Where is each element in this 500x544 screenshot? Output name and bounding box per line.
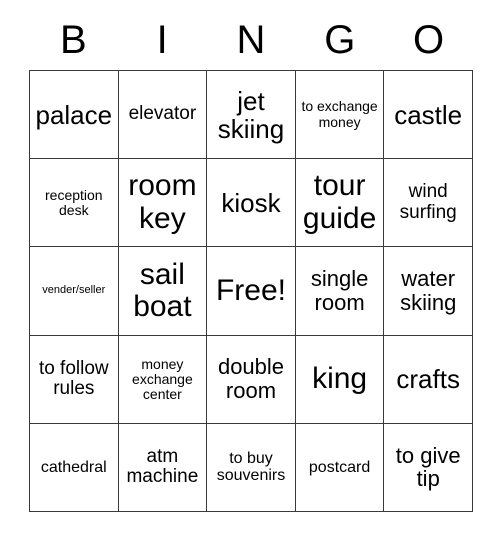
bingo-cell-label: palace: [35, 99, 113, 130]
bingo-cell-label: wind surfing: [399, 181, 457, 223]
bingo-cell-label: reception desk: [45, 186, 103, 218]
bingo-cell[interactable]: elevator: [118, 71, 208, 160]
bingo-header-letter-o: O: [413, 18, 445, 62]
bingo-cell-label: money exchange center: [132, 355, 193, 402]
bingo-header-letter-g: G: [324, 18, 356, 62]
bingo-header-letter-i: I: [156, 18, 168, 62]
bingo-cell[interactable]: jet skiing: [207, 71, 296, 160]
bingo-cell[interactable]: to give tip: [384, 423, 473, 512]
bingo-cell-label: king: [312, 362, 368, 395]
bingo-cell-label: to give tip: [395, 442, 461, 492]
bingo-cell[interactable]: palace: [30, 71, 119, 160]
bingo-cell[interactable]: single room: [295, 247, 385, 336]
bingo-cell-label: to exchange money: [301, 98, 378, 130]
bingo-cell-label: sail boat: [133, 257, 192, 323]
bingo-cell[interactable]: wind surfing: [384, 159, 473, 248]
bingo-header: BINGO: [29, 12, 473, 68]
bingo-cell-label: water skiing: [400, 266, 457, 315]
bingo-cell-label: castle: [394, 99, 463, 130]
bingo-cell[interactable]: kiosk: [207, 159, 296, 248]
bingo-cell[interactable]: tour guide: [295, 159, 385, 248]
bingo-cell[interactable]: postcard: [295, 423, 385, 512]
bingo-cell[interactable]: reception desk: [30, 159, 119, 248]
bingo-cell-label: postcard: [308, 458, 371, 476]
bingo-cell-label: to follow rules: [38, 357, 109, 400]
bingo-cell-label: elevator: [128, 103, 197, 125]
bingo-cell[interactable]: crafts: [384, 335, 473, 424]
bingo-cell[interactable]: castle: [384, 71, 473, 160]
bingo-cell-label: tour guide: [302, 169, 377, 235]
bingo-cell[interactable]: vender/seller: [30, 247, 119, 336]
bingo-cell[interactable]: water skiing: [384, 247, 473, 336]
bingo-cell[interactable]: room key: [118, 159, 208, 248]
bingo-header-letter-b: B: [60, 18, 87, 62]
bingo-cell-label: atm machine: [126, 445, 199, 488]
bingo-cell-label: vender/seller: [42, 284, 106, 297]
bingo-cell-label: cathedral: [40, 458, 107, 476]
bingo-cell-label: crafts: [396, 364, 460, 395]
bingo-grid: palace elevator jet skiing to exchange mone…: [29, 70, 473, 512]
bingo-cell-label: to buy souvenirs: [216, 450, 286, 485]
bingo-cell[interactable]: sail boat: [118, 247, 208, 336]
bingo-cell-label: double room: [217, 354, 285, 404]
bingo-cell[interactable]: to buy souvenirs: [207, 423, 296, 512]
bingo-cell-label: kiosk: [221, 187, 281, 218]
bingo-cell[interactable]: money exchange center: [118, 335, 208, 424]
bingo-cell-label: Free!: [215, 273, 286, 307]
bingo-header-letter-n: N: [236, 18, 266, 62]
bingo-cell[interactable]: cathedral: [30, 423, 119, 512]
bingo-cell[interactable]: king: [295, 335, 385, 424]
bingo-cell-free[interactable]: Free!: [207, 247, 296, 336]
bingo-card: B I N G O palace elevator jet skiing to exchang…: [0, 0, 500, 544]
bingo-cell-label: room key: [128, 169, 197, 235]
bingo-cell[interactable]: to follow rules: [30, 335, 119, 424]
bingo-cell-label: jet skiing: [217, 85, 285, 144]
bingo-cell[interactable]: double room: [207, 335, 296, 424]
bingo-cell[interactable]: atm machine: [118, 423, 208, 512]
bingo-cell[interactable]: to exchange money: [295, 71, 385, 160]
bingo-cell-label: single room: [310, 266, 369, 315]
